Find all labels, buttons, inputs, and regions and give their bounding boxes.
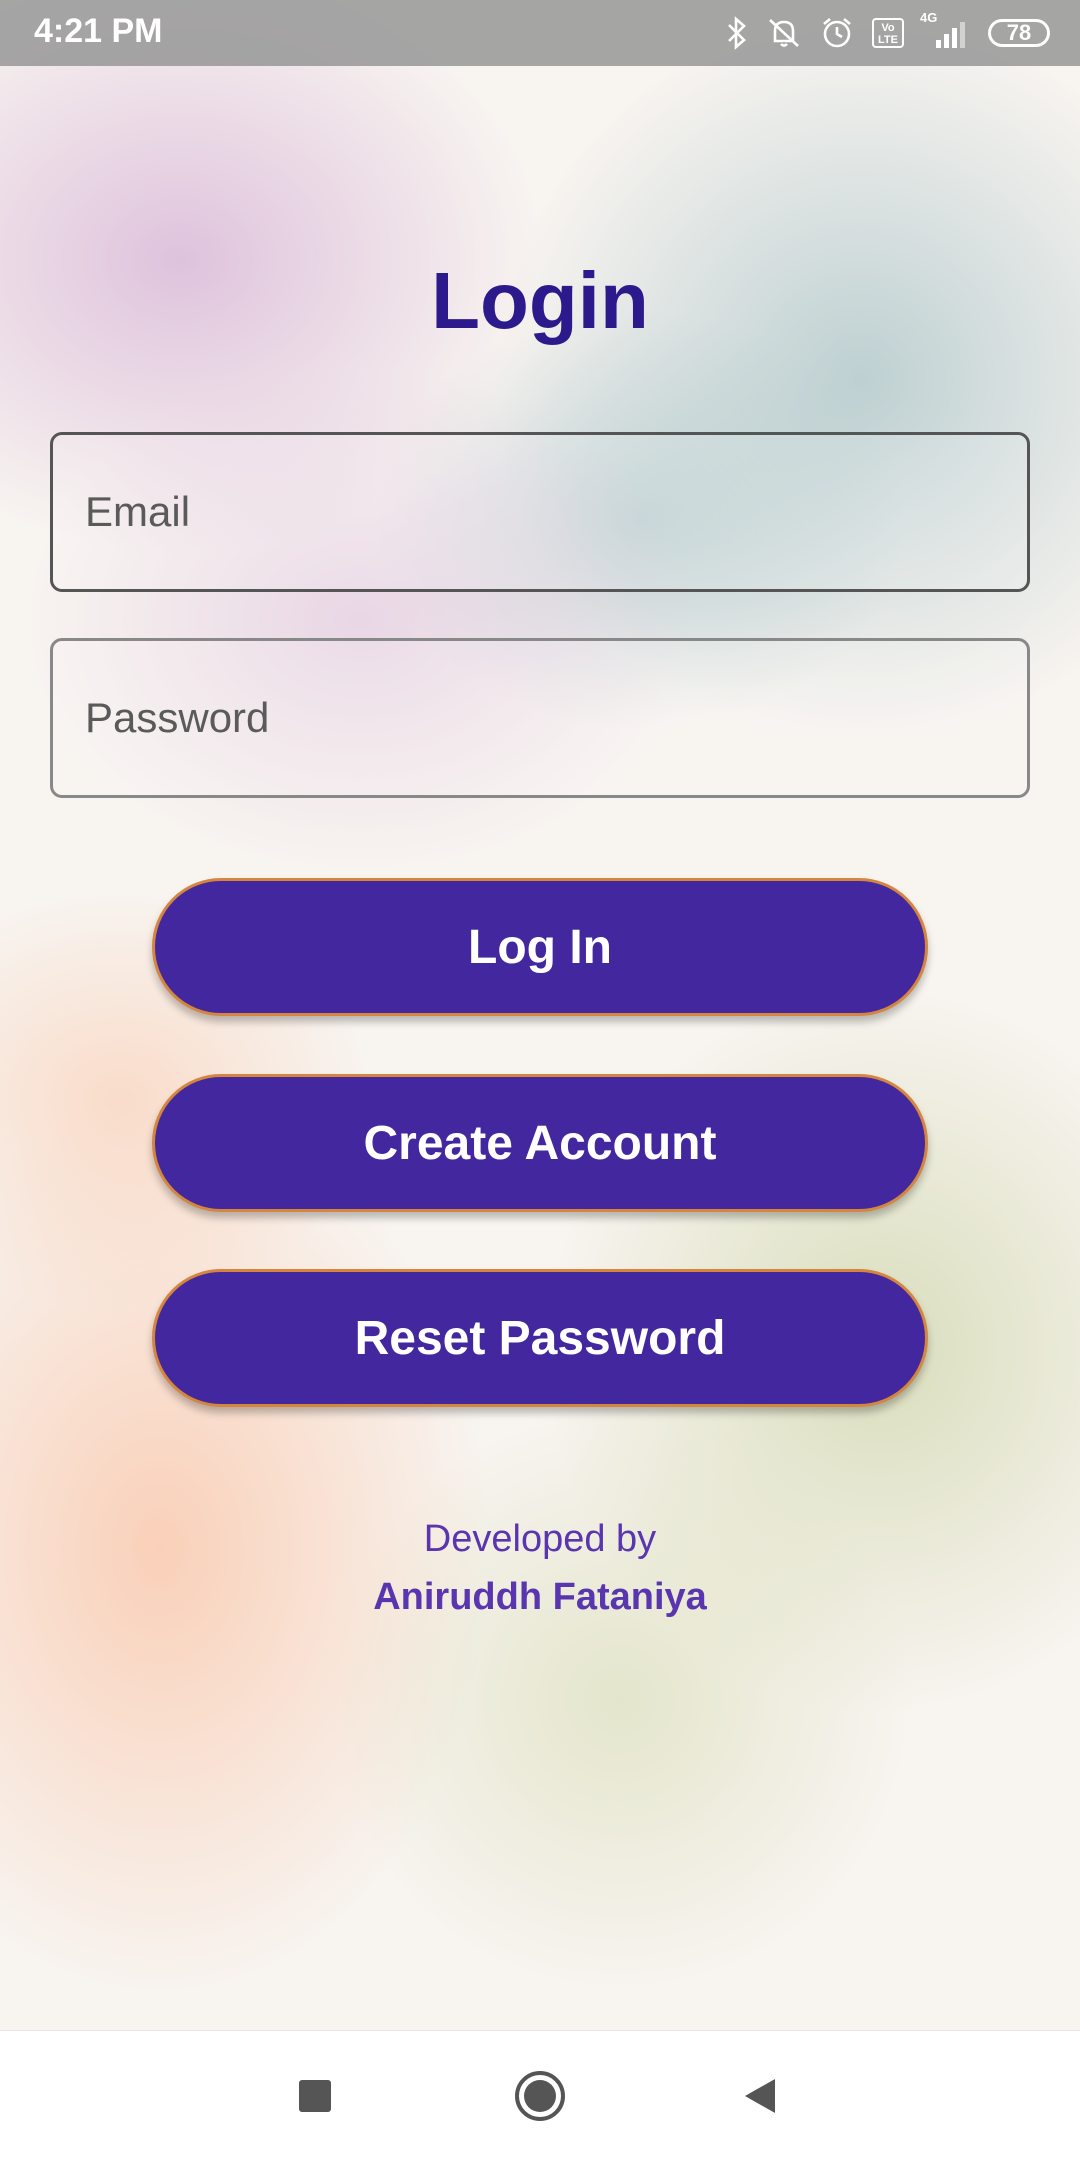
signal-icon: 4G: [920, 10, 970, 50]
login-button[interactable]: Log In: [152, 878, 928, 1016]
battery-level: 78: [1006, 20, 1032, 45]
developer-name: Aniruddh Fataniya: [373, 1576, 707, 1618]
developed-by-label: Developed by: [423, 1518, 657, 1560]
email-field-container[interactable]: [50, 432, 1030, 592]
alarm-icon: [820, 16, 854, 50]
reset-password-button[interactable]: Reset Password: [152, 1269, 928, 1407]
page-title: Login: [431, 256, 649, 345]
create-account-button[interactable]: Create Account: [152, 1074, 928, 1212]
recent-apps-button[interactable]: [288, 2071, 342, 2125]
volte-icon: Vo LTE: [872, 18, 904, 48]
home-icon: [513, 2069, 567, 2128]
mute-notifications-icon: [766, 16, 802, 50]
email-input[interactable]: [53, 435, 1027, 589]
password-field-container[interactable]: [50, 638, 1030, 798]
recent-apps-icon: [298, 2079, 332, 2118]
bluetooth-icon: [726, 16, 748, 50]
status-time: 4:21 PM: [34, 12, 163, 50]
battery-icon: 78: [988, 19, 1050, 47]
network-type-label: 4G: [920, 10, 938, 25]
status-bar: 4:21 PM Vo LTE 4G 78: [0, 0, 1080, 66]
back-icon: [741, 2076, 781, 2121]
status-icons: Vo LTE 4G 78: [726, 10, 1050, 54]
home-button[interactable]: [513, 2069, 567, 2128]
back-button[interactable]: [734, 2071, 788, 2125]
password-input[interactable]: [53, 641, 1027, 795]
navigation-bar: [0, 2030, 1080, 2160]
